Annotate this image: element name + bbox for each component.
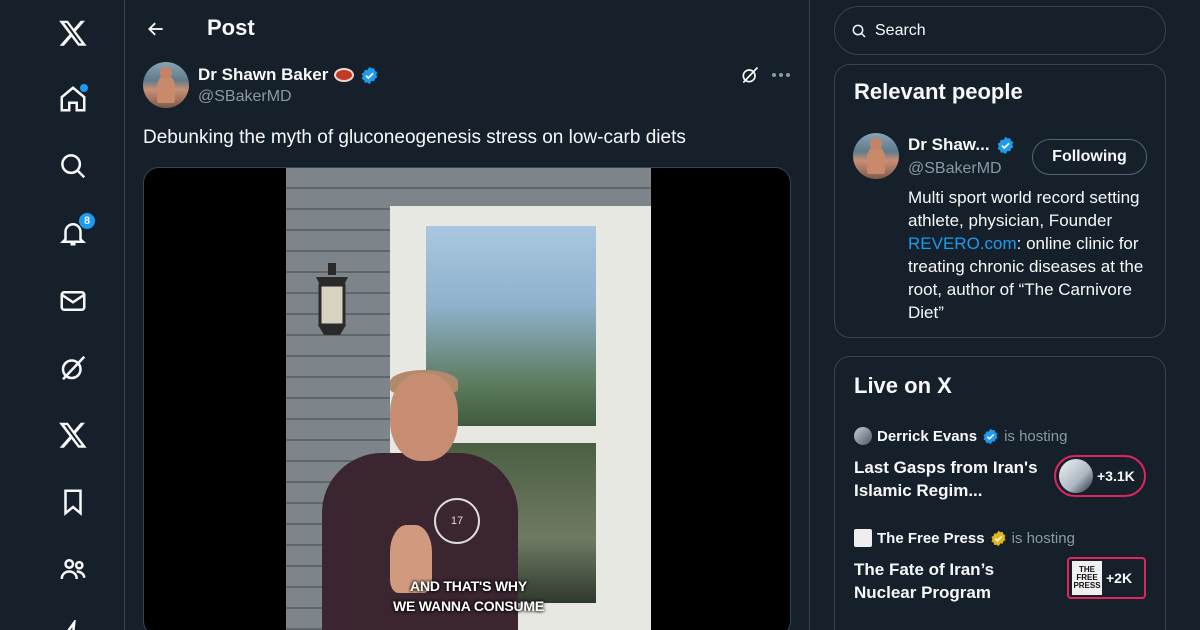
person-name[interactable]: Dr Shaw... (908, 135, 990, 155)
space-join-pill[interactable]: +3.1K (1054, 455, 1146, 497)
listener-count: +2K (1106, 570, 1133, 586)
person-avatar[interactable] (853, 133, 899, 179)
grok-explain-icon[interactable] (737, 62, 763, 88)
listener-count: +3.1K (1097, 468, 1135, 484)
right-sidebar: Search Relevant people Dr Shaw... @SBake… (834, 0, 1166, 630)
search-bar-icon (852, 24, 866, 38)
caption-line-2: WE WANNA CONSUME (392, 598, 545, 614)
free-press-logo: THE FREE PRESS (1072, 561, 1102, 595)
following-button[interactable]: Following (1032, 139, 1147, 175)
messages-envelope-icon[interactable] (50, 278, 96, 324)
notifications-bell-icon[interactable]: 8 (50, 210, 96, 256)
caption-line-1: AND THAT'S WHY (410, 578, 527, 594)
space-host-row[interactable]: The Free Press is hosting (854, 529, 1075, 547)
speaker-head (390, 373, 458, 461)
more-options-icon[interactable] (768, 62, 794, 88)
person-bio: Multi sport world record setting athlete… (908, 186, 1158, 324)
free-press-logo (854, 529, 872, 547)
verified-orgs-lightning-icon[interactable] (50, 612, 96, 630)
space-host-row[interactable]: Derrick Evans is hosting (854, 427, 1067, 445)
premium-x-icon[interactable] (50, 412, 96, 458)
hosting-label: is hosting (1011, 529, 1075, 547)
steak-emoji-icon (334, 68, 355, 82)
page-title: Post (207, 15, 255, 40)
notifications-count-badge: 8 (78, 212, 96, 230)
left-nav: 8 (0, 0, 125, 630)
person-handle[interactable]: @SBakerMD (908, 160, 1002, 178)
video-caption: AND THAT'S WHY WE WANNA CONSUME (286, 576, 651, 616)
space-title[interactable]: Last Gasps from Iran's Islamic Regim... (854, 456, 1044, 502)
communities-icon[interactable] (50, 546, 96, 592)
live-title: Live on X (854, 373, 952, 398)
grok-icon[interactable] (50, 345, 96, 391)
space-title[interactable]: The Fate of Iran’s Nuclear Program (854, 558, 1044, 604)
back-arrow-icon[interactable] (139, 12, 173, 46)
host-name[interactable]: The Free Press (877, 530, 985, 547)
space-join-pill[interactable]: THE FREE PRESS +2K (1067, 557, 1146, 599)
author-avatar[interactable] (143, 62, 189, 108)
verified-badge-icon (983, 428, 998, 444)
space-avatar (1059, 459, 1093, 493)
verified-badge-icon (997, 136, 1013, 154)
author-handle[interactable]: @SBakerMD (198, 88, 292, 106)
hosting-label: is hosting (1004, 427, 1068, 445)
host-name[interactable]: Derrick Evans (877, 428, 977, 445)
search-bar[interactable]: Search (834, 6, 1166, 55)
relevant-people-card: Relevant people Dr Shaw... @SBakerMD Fol… (834, 64, 1166, 338)
porch-lamp-image (316, 263, 348, 335)
post-text: Debunking the myth of gluconeogenesis st… (143, 127, 686, 148)
person-name-row[interactable]: Dr Shaw... (908, 135, 1015, 155)
bookmarks-icon[interactable] (50, 479, 96, 525)
relevant-people-title: Relevant people (854, 79, 1023, 104)
author-name[interactable]: Dr Shawn Baker (198, 65, 328, 85)
post-video[interactable]: 17 AND THAT'S WHY WE WANNA CONSUME (143, 167, 791, 630)
x-logo-icon[interactable] (50, 10, 96, 56)
author-name-row[interactable]: Dr Shawn Baker (198, 65, 379, 85)
live-on-x-card: Live on X Derrick Evans is hosting Last … (834, 356, 1166, 630)
video-frame[interactable]: 17 AND THAT'S WHY WE WANNA CONSUME (286, 168, 651, 630)
bio-link[interactable]: REVERO.com (908, 234, 1017, 253)
verified-badge-icon (362, 66, 378, 84)
gold-verified-badge-icon (991, 530, 1006, 546)
home-badge-dot (80, 84, 88, 92)
search-input[interactable]: Search (875, 22, 926, 40)
search-icon[interactable] (50, 143, 96, 189)
shirt-logo: 17 (434, 498, 480, 544)
home-icon[interactable] (50, 76, 96, 122)
post-detail-column: Post Dr Shawn Baker @SBakerMD Debunking … (125, 0, 810, 630)
bio-text-1: Multi sport world record setting athlete… (908, 188, 1140, 230)
post-header: Post (125, 0, 810, 60)
host-avatar (854, 427, 872, 445)
